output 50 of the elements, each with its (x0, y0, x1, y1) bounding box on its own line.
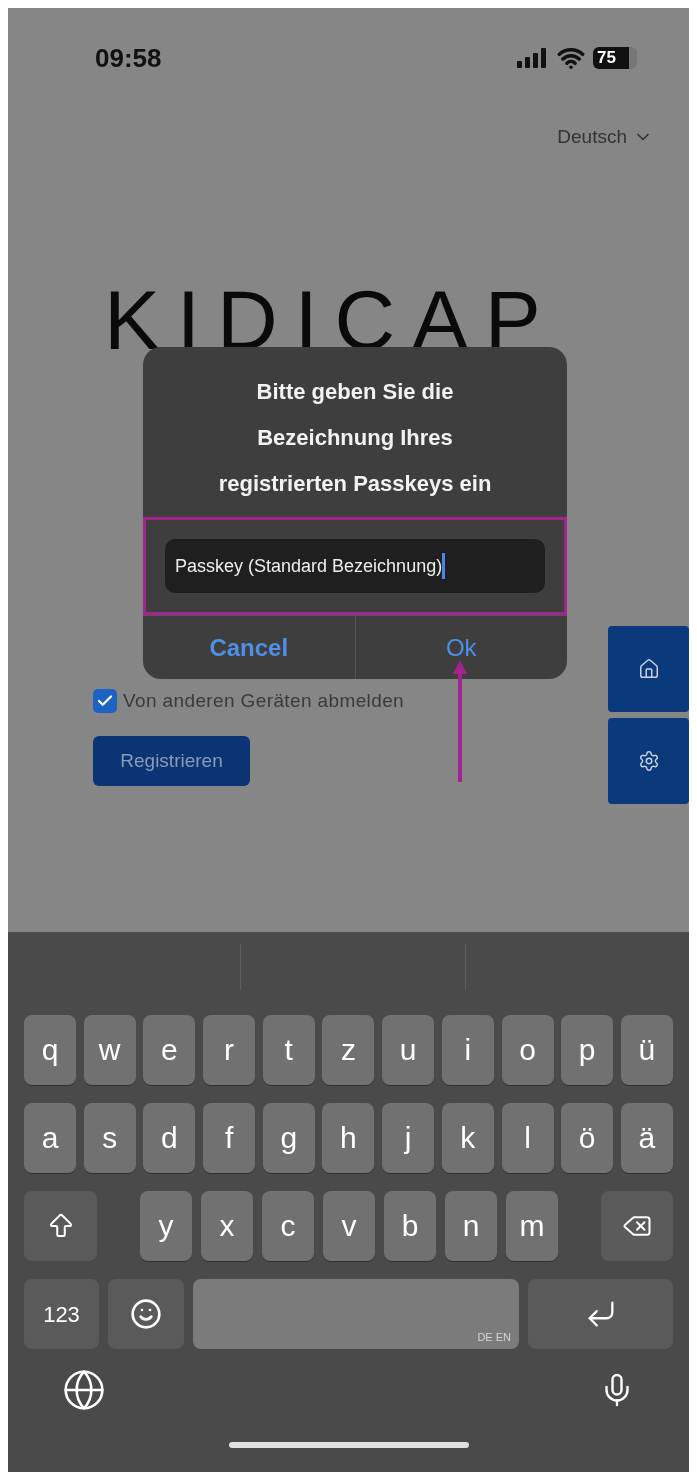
keyboard-key[interactable]: a (24, 1103, 76, 1173)
keyboard-key[interactable]: s (83, 1103, 136, 1173)
checkbox[interactable] (93, 689, 117, 713)
keyboard-key[interactable]: n (445, 1191, 497, 1261)
emoji-key[interactable] (108, 1279, 184, 1349)
keyboard-key[interactable]: m (506, 1191, 558, 1261)
keyboard-key[interactable]: r (203, 1015, 256, 1085)
register-button[interactable]: Registrieren (93, 736, 250, 786)
keyboard-key[interactable]: i (441, 1015, 494, 1085)
globe-icon[interactable] (62, 1367, 106, 1412)
keyboard-key[interactable]: t (262, 1015, 315, 1085)
status-time: 09:58 (95, 41, 162, 75)
keyboard-key[interactable]: ä (620, 1103, 673, 1173)
keyboard-key[interactable]: l (501, 1103, 554, 1173)
signal-icon (517, 48, 549, 68)
keyboard-key[interactable]: j (382, 1103, 435, 1173)
keyboard-key[interactable]: e (143, 1015, 196, 1085)
keyboard-key[interactable]: z (322, 1015, 375, 1085)
backspace-key[interactable] (601, 1191, 673, 1261)
keyboard-key[interactable]: k (441, 1103, 494, 1173)
keyboard-key[interactable]: u (382, 1015, 435, 1085)
cancel-button[interactable]: Cancel (143, 616, 355, 679)
keyboard-key[interactable]: g (262, 1103, 315, 1173)
dialog-title: Bitte geben Sie die Bezeichnung Ihres registrierten Passkeys ein (217, 378, 493, 498)
keyboard-key[interactable]: f (203, 1103, 256, 1173)
keyboard-key[interactable]: ö (561, 1103, 614, 1173)
keyboard-key[interactable]: x (201, 1191, 253, 1261)
keyboard-key[interactable]: y (140, 1191, 192, 1261)
settings-icon (637, 750, 660, 772)
checkbox-label: Von anderen Geräten abmelden (123, 688, 405, 713)
keyboard-key[interactable]: c (262, 1191, 314, 1261)
numbers-key[interactable]: 123 (24, 1279, 99, 1349)
keyboard-key[interactable]: o (501, 1015, 554, 1085)
emoji-icon (130, 1298, 162, 1330)
shift-key[interactable] (24, 1191, 97, 1261)
input-field[interactable]: Passkey (Standard Bezeichnung) (165, 539, 545, 593)
keyboard-key[interactable]: b (384, 1191, 436, 1261)
keyboard-key[interactable]: v (323, 1191, 375, 1261)
keyboard-key[interactable]: q (24, 1015, 76, 1085)
home-button[interactable] (608, 626, 689, 712)
logo: KIDICAP (104, 273, 558, 367)
keyboard-key[interactable]: h (322, 1103, 375, 1173)
keyboard-key[interactable]: d (143, 1103, 196, 1173)
keyboard-key[interactable]: ü (620, 1015, 673, 1085)
home-icon (637, 658, 660, 680)
space-key[interactable]: DE EN (193, 1279, 519, 1349)
language-selector[interactable]: Deutsch (557, 122, 653, 152)
keyboard-key[interactable]: w (83, 1015, 136, 1085)
keyboard-key[interactable]: p (561, 1015, 614, 1085)
battery-indicator: 75 (593, 47, 637, 69)
